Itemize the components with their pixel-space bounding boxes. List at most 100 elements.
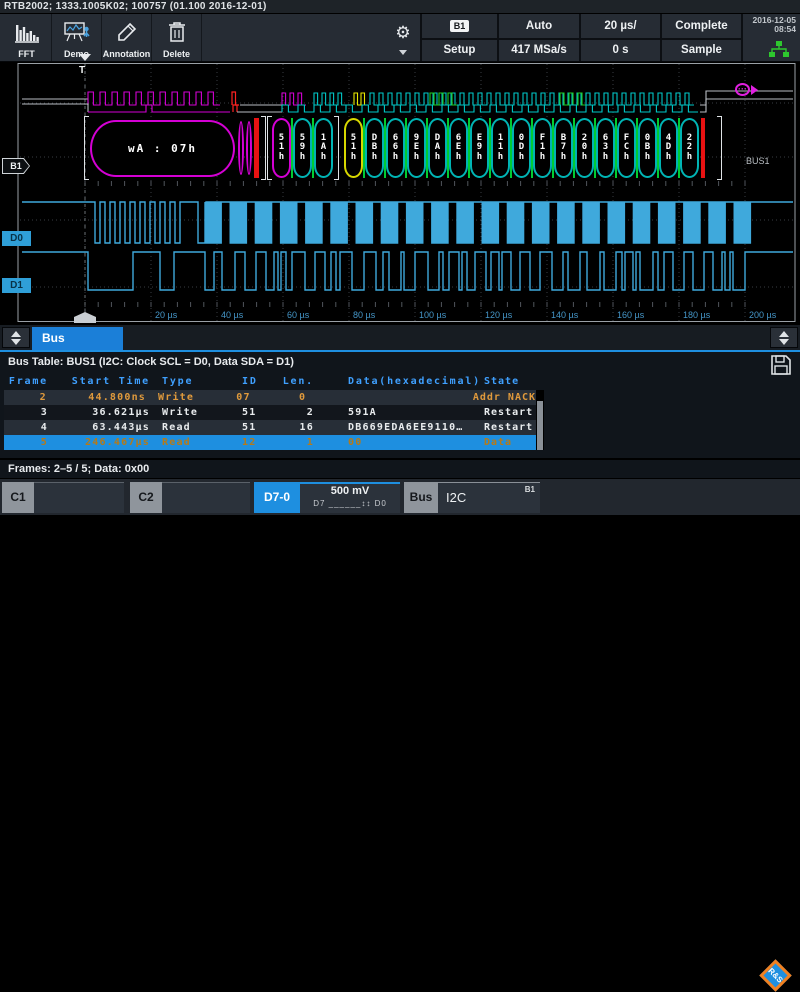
cell-frame: 5: [40, 437, 48, 448]
acquisition-mode-cell[interactable]: Sample: [660, 37, 741, 61]
time-axis-label: 40 µs: [221, 310, 244, 320]
delete-button[interactable]: Delete: [152, 14, 202, 61]
channel-c2-box[interactable]: [162, 482, 250, 513]
frame-char: h: [497, 151, 504, 162]
frame-char: h: [665, 151, 672, 162]
fft-button[interactable]: FFT: [2, 14, 52, 61]
frame-char: h: [392, 151, 399, 162]
decode-data-frame: 20h: [575, 118, 594, 178]
window-title: RTB2002; 1333.1005K02; 100757 (01.100 20…: [0, 0, 800, 14]
digital-group-tab[interactable]: D7-0: [254, 482, 300, 513]
cell-id: 51: [242, 422, 257, 433]
decode-data-frame: 63h: [596, 118, 615, 178]
settings-button[interactable]: ⚙: [390, 18, 416, 62]
decode-bracket: [334, 116, 339, 180]
bus-table-row[interactable]: 3 36.621µs Write 51 2 591A Restart: [4, 405, 536, 420]
bus-table-row[interactable]: 4 63.443µs Read 51 16 DB669EDA6EE9110… Restart: [4, 420, 536, 435]
cell-data: 00: [348, 437, 363, 448]
tab-bus[interactable]: Bus: [32, 327, 123, 350]
cell-start_time: 246.467µs: [85, 437, 150, 448]
bus-type-box[interactable]: I2C B1: [438, 482, 540, 513]
toolbar-button-label: FFT: [18, 49, 35, 59]
demo-button[interactable]: Demo: [52, 14, 102, 61]
tab-scroll-right-control[interactable]: [770, 327, 798, 348]
arrow-down-icon: [779, 338, 789, 345]
digital-group-range: D7 ______↕↕ D0: [313, 499, 387, 508]
decode-data-frame: 51h: [344, 118, 363, 178]
cell-len: 0: [299, 392, 307, 403]
channel-c2-tab[interactable]: C2: [130, 482, 162, 513]
decode-data-frame: 1Ah: [314, 118, 333, 178]
table-scrollbar[interactable]: [536, 390, 544, 450]
bus-badge-cell[interactable]: B1: [420, 14, 497, 38]
arrow-down-icon: [11, 338, 21, 345]
frame-char: h: [623, 151, 630, 162]
frame-char: h: [371, 151, 378, 162]
decode-data-frame: 6Eh: [449, 118, 468, 178]
horizontal-position-cell[interactable]: 0 s: [579, 37, 660, 61]
column-header: Start Time: [71, 376, 150, 387]
sample-rate-cell[interactable]: 417 MSa/s: [497, 37, 579, 61]
setup-cell[interactable]: Setup: [420, 37, 497, 61]
delete-icon: [167, 21, 187, 48]
decode-data-frame: DAh: [428, 118, 447, 178]
decode-data-frame: 4Dh: [659, 118, 678, 178]
decode-data-frame: F1h: [533, 118, 552, 178]
cell-state: Restart: [484, 422, 534, 433]
decode-data-frame: 22h: [680, 118, 699, 178]
bus-tab[interactable]: Bus: [404, 482, 438, 513]
cell-len: 1: [306, 437, 314, 448]
cell-data: DB669EDA6EE9110…: [348, 422, 464, 433]
scrollbar-thumb[interactable]: [537, 401, 543, 450]
channel-bar: C1 C2 D7-0 500 mV D7 ______↕↕ D0 Bus I2C…: [0, 478, 800, 992]
decode-data-frame: 51h: [272, 118, 291, 178]
tab-scroll-left-control[interactable]: [2, 327, 30, 348]
channel-c1-box[interactable]: [34, 482, 124, 513]
frame-char: h: [518, 151, 525, 162]
frame-char: h: [476, 151, 483, 162]
acquisition-status-cell[interactable]: Complete: [660, 14, 741, 38]
demo-icon: [63, 21, 90, 48]
bus-table-row[interactable]: 5 246.467µs Read 12 1 00 Data: [4, 435, 536, 450]
timebase-cell[interactable]: 20 µs/: [579, 14, 660, 38]
arrow-up-icon: [779, 330, 789, 337]
lan-network-icon: [768, 40, 790, 60]
channel-c1-tab[interactable]: C1: [2, 482, 34, 513]
decode-data-frame: FCh: [617, 118, 636, 178]
digital-group-scale: 500 mV: [330, 485, 370, 497]
frame-char: h: [539, 151, 546, 162]
cell-state: Addr NACK: [472, 392, 537, 403]
annotation-button[interactable]: Annotation: [102, 14, 152, 61]
frame-char: h: [455, 151, 462, 162]
trigger-position-marker-top[interactable]: [79, 54, 91, 61]
cell-id: 07: [236, 392, 251, 403]
column-header: Data(hexadecimal): [348, 376, 481, 387]
cell-frame: 3: [40, 407, 48, 418]
time-axis-label: 180 µs: [683, 310, 711, 320]
cell-type: Write: [158, 392, 195, 403]
rohde-schwarz-logo: R&S: [752, 958, 798, 992]
cell-type: Read: [162, 437, 191, 448]
cell-start_time: 36.621µs: [92, 407, 150, 418]
cell-start_time: 63.443µs: [92, 422, 150, 433]
bus-type-label: I2C: [446, 490, 467, 505]
decode-bracket: [84, 116, 89, 180]
oscilloscope-screen: RTB2002; 1333.1005K02; 100757 (01.100 20…: [0, 0, 800, 992]
decode-data-frame: B7h: [554, 118, 573, 178]
time-axis-label: 200 µs: [749, 310, 777, 320]
time-axis-label: 160 µs: [617, 310, 645, 320]
decode-bracket: [261, 116, 266, 180]
trigger-mode-cell[interactable]: Auto: [497, 14, 579, 38]
bus-table-row[interactable]: 2 44.800ns Write 07 0 Addr NACK: [4, 390, 536, 405]
digital-group-box[interactable]: 500 mV D7 ______↕↕ D0: [300, 482, 400, 513]
frame-char: h: [413, 151, 420, 162]
frame-char: h: [299, 151, 306, 162]
cell-frame: 4: [40, 422, 48, 433]
decode-data-frame: DBh: [365, 118, 384, 178]
save-icon[interactable]: [770, 354, 792, 381]
cell-type: Write: [162, 407, 199, 418]
frame-char: h: [602, 151, 609, 162]
gear-icon: ⚙: [395, 23, 411, 42]
rs-logo-icon: R&S: [758, 958, 792, 992]
status-grid: B1 Auto 20 µs/ Complete Setup 417 MSa/s …: [420, 14, 741, 61]
